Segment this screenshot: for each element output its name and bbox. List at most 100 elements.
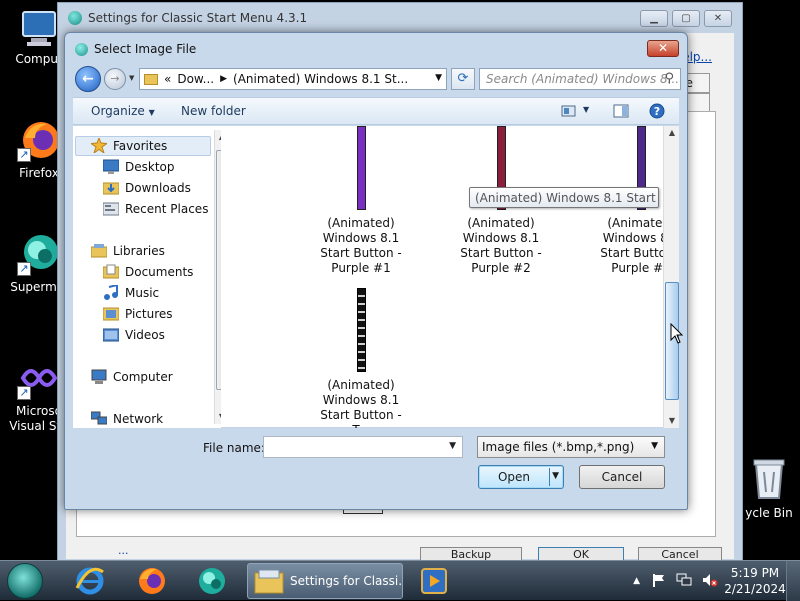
scroll-down-icon[interactable]: ▼ xyxy=(665,414,679,428)
close-button[interactable]: ✕ xyxy=(704,10,732,27)
file-name-input[interactable]: ▼ xyxy=(263,436,463,458)
nav-item-videos[interactable]: Videos xyxy=(102,327,165,342)
chevron-down-icon[interactable]: ▼ xyxy=(651,441,658,451)
search-icon[interactable]: ⚲ xyxy=(664,71,674,86)
refresh-icon: ⟳ xyxy=(457,71,469,86)
taskbar-internet-explorer[interactable] xyxy=(68,564,112,598)
file-list-scrollbar[interactable]: ▲ ▼ xyxy=(663,126,679,428)
view-options-dropdown[interactable]: ▼ xyxy=(583,105,589,114)
navigation-bar: ← → ▼ « Dow... ▶ (Animated) Windows 8.1 … xyxy=(73,65,681,93)
downloads-folder-icon xyxy=(102,180,120,195)
file-thumbnail xyxy=(356,126,366,210)
command-bar: Organize ▼ New folder ▼ ? xyxy=(73,97,679,125)
nav-item-documents[interactable]: Documents xyxy=(102,264,193,279)
scroll-up-icon[interactable]: ▲ xyxy=(215,130,221,144)
documents-icon xyxy=(102,264,120,279)
address-dropdown-icon[interactable]: ▼ xyxy=(435,73,442,83)
scroll-down-icon[interactable]: ▼ xyxy=(215,410,221,424)
backup-button[interactable]: Backup xyxy=(420,547,522,561)
organize-menu[interactable]: Organize ▼ xyxy=(91,104,155,118)
settings-window-title: Settings for Classic Start Menu 4.3.1 xyxy=(88,11,308,25)
file-type-select[interactable]: Image files (*.bmp,*.png) ▼ xyxy=(477,436,665,458)
nav-item-music[interactable]: Music xyxy=(103,283,159,300)
nav-item-recent-places[interactable]: Recent Places xyxy=(102,201,208,216)
desktop-icon-recycle-bin[interactable]: ycle Bin xyxy=(738,456,800,520)
dialog-close-button[interactable]: ✕ xyxy=(647,40,679,57)
change-view-icon[interactable] xyxy=(561,103,577,119)
scroll-up-icon[interactable]: ▲ xyxy=(665,126,679,140)
split-divider xyxy=(549,468,550,486)
system-tray: ▲ 5:19 PM 2/21/2024 xyxy=(633,561,800,601)
file-name: (Animated) Windows 8.1 Start Button - T.… xyxy=(320,378,402,428)
open-options-dropdown-icon[interactable]: ▼ xyxy=(552,471,559,481)
preview-pane-icon[interactable] xyxy=(613,103,629,119)
navigation-pane: Favorites Desktop Downloads Recent Place… xyxy=(73,126,221,428)
ok-button[interactable]: OK xyxy=(538,547,624,561)
nav-item-desktop[interactable]: Desktop xyxy=(102,159,175,174)
show-desktop-button[interactable] xyxy=(786,561,800,601)
taskbar-firefox[interactable] xyxy=(130,564,174,598)
network-status-icon[interactable] xyxy=(676,573,692,590)
window-controls: ▁ ▢ ✕ xyxy=(640,10,732,27)
nav-item-computer[interactable]: Computer xyxy=(91,369,173,384)
system-clock[interactable]: 5:19 PM 2/21/2024 xyxy=(724,565,786,597)
nav-scroll-thumb[interactable] xyxy=(216,150,221,390)
cancel-button[interactable]: Cancel xyxy=(579,465,665,489)
back-arrow-icon: ← xyxy=(82,71,94,87)
cancel-settings-button[interactable]: Cancel xyxy=(638,547,722,561)
dialog-titlebar: Select Image File xyxy=(65,33,687,65)
taskbar: Settings for Classi... ▲ 5:19 PM 2/21/20… xyxy=(0,560,800,601)
start-button[interactable] xyxy=(7,563,43,599)
recent-pages-dropdown[interactable]: ▼ xyxy=(129,74,134,82)
address-prefix[interactable]: « xyxy=(164,72,171,86)
breadcrumb-downloads[interactable]: Dow... xyxy=(177,72,214,86)
new-folder-button[interactable]: New folder xyxy=(181,104,246,118)
recycle-bin-icon xyxy=(752,456,786,500)
forward-button[interactable]: → xyxy=(104,68,126,90)
breadcrumb-current-folder[interactable]: (Animated) Windows 8.1 St... xyxy=(233,72,408,86)
recent-places-icon xyxy=(102,201,120,216)
nav-item-pictures[interactable]: Pictures xyxy=(102,306,173,321)
svg-text:?: ? xyxy=(654,105,660,118)
show-hidden-icons-icon[interactable]: ▲ xyxy=(633,576,640,586)
shortcut-arrow-icon: ↗ xyxy=(17,262,31,276)
file-list: (Animated) Windows 8.1 Start Button - Pu… xyxy=(233,126,665,428)
dialog-footer: File name: ▼ Image files (*.bmp,*.png) ▼… xyxy=(73,431,679,503)
help-icon[interactable]: ? xyxy=(649,103,665,119)
dialog-content: Favorites Desktop Downloads Recent Place… xyxy=(73,126,679,428)
taskbar-media-player[interactable] xyxy=(412,564,456,598)
file-tooltip: (Animated) Windows 8.1 Start B... xyxy=(469,187,659,208)
nav-scrollbar[interactable]: ▲ ▼ xyxy=(214,130,221,424)
back-button[interactable]: ← xyxy=(75,66,101,92)
nav-item-network[interactable]: Network xyxy=(90,411,163,426)
firefox-icon: ↗ xyxy=(17,118,61,162)
bottom-link[interactable]: ... xyxy=(118,544,129,557)
action-center-flag-icon[interactable] xyxy=(652,573,666,590)
shortcut-arrow-icon: ↗ xyxy=(17,386,31,400)
address-bar[interactable]: « Dow... ▶ (Animated) Windows 8.1 St... … xyxy=(139,68,447,90)
search-box[interactable]: Search (Animated) Windows 8... ⚲ xyxy=(479,68,681,90)
mouse-cursor-icon xyxy=(670,322,684,348)
firefox-icon xyxy=(139,568,165,594)
open-button[interactable]: Open ▼ xyxy=(478,465,564,489)
nav-item-favorites[interactable]: Favorites xyxy=(89,136,167,155)
taskbar-settings-window[interactable]: Settings for Classi... xyxy=(247,563,403,599)
breadcrumb-arrow-icon[interactable]: ▶ xyxy=(220,74,227,84)
select-image-dialog: Select Image File ✕ ← → ▼ « Dow... ▶ (An… xyxy=(64,32,688,510)
pictures-icon xyxy=(102,306,120,321)
volume-muted-icon[interactable] xyxy=(702,573,718,590)
supermium-icon xyxy=(199,568,225,594)
maximize-button[interactable]: ▢ xyxy=(672,10,700,27)
file-item[interactable]: (Animated) Windows 8.1 Start Button - Pu… xyxy=(301,126,421,276)
videos-icon xyxy=(102,327,120,342)
file-item[interactable]: (Animated) Windows 8.1 Start Button - T.… xyxy=(301,288,421,428)
chevron-down-icon[interactable]: ▼ xyxy=(449,441,456,451)
chevron-down-icon: ▼ xyxy=(148,108,155,117)
refresh-button[interactable]: ⟳ xyxy=(451,68,475,90)
minimize-button[interactable]: ▁ xyxy=(640,10,668,27)
computer-icon xyxy=(17,8,61,52)
libraries-icon xyxy=(90,243,108,258)
nav-item-libraries[interactable]: Libraries xyxy=(90,243,165,258)
taskbar-supermium[interactable] xyxy=(190,564,234,598)
nav-item-downloads[interactable]: Downloads xyxy=(102,180,191,195)
